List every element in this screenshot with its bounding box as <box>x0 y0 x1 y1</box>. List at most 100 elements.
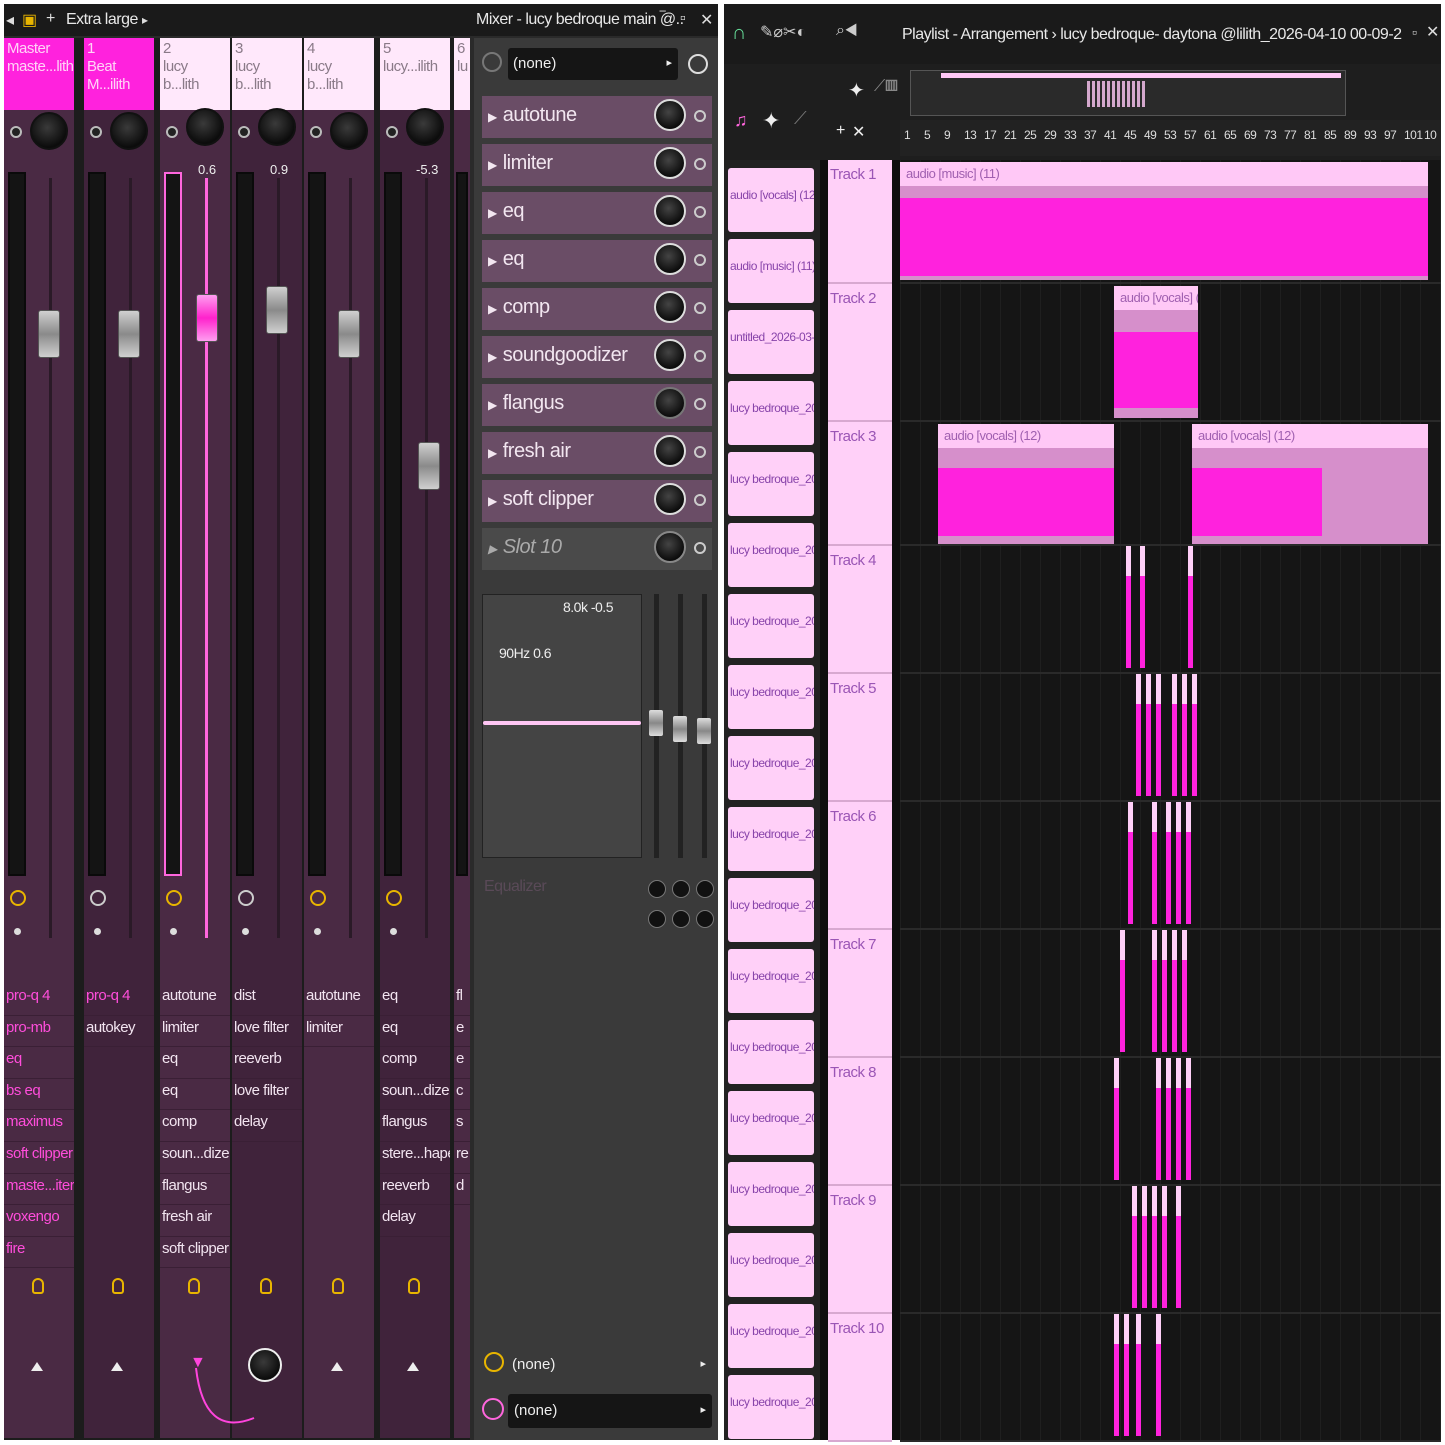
draw-tools-icon[interactable]: ✎⌀✂◐ <box>760 22 806 42</box>
track-header[interactable]: Track 8 <box>828 1058 892 1186</box>
mini-clip-header[interactable] <box>1142 1186 1147 1216</box>
mini-clip-header[interactable] <box>1126 546 1131 576</box>
bulb-icon[interactable] <box>112 1278 124 1294</box>
mini-clip-header[interactable] <box>1152 802 1157 832</box>
enable-dot[interactable] <box>694 158 706 170</box>
send-arrow-icon[interactable] <box>31 1362 43 1371</box>
channel-item[interactable]: audio [vocals] (12) <box>728 168 814 232</box>
fx-item[interactable]: fresh air <box>160 1205 230 1237</box>
track-header[interactable]: Track 2 <box>828 284 892 422</box>
enable-dot[interactable] <box>694 542 706 554</box>
channel-item[interactable]: lucy bedroque_2026-03-... <box>728 807 814 871</box>
fx-item[interactable]: soft clipper <box>160 1237 230 1269</box>
fx-item[interactable]: dist <box>232 984 302 1016</box>
fx-item[interactable]: comp <box>160 1110 230 1142</box>
fx-item[interactable]: bs eq <box>4 1079 74 1111</box>
eq-band-handle[interactable] <box>649 710 663 736</box>
pan-knob[interactable] <box>110 112 148 150</box>
mini-clip-header[interactable] <box>1192 674 1197 704</box>
track-header[interactable]: Track 7 <box>828 930 892 1058</box>
clock-icon[interactable] <box>688 54 708 74</box>
fx-item[interactable]: fl <box>454 984 470 1016</box>
channel-item[interactable]: lucy bedroque_2026-03-... <box>728 594 814 658</box>
song-overview[interactable] <box>910 70 1346 116</box>
channel-item[interactable]: lucy bedroque_2026-03-... <box>728 1233 814 1297</box>
fx-item[interactable]: comp <box>380 1047 450 1079</box>
mix-knob[interactable] <box>654 483 686 515</box>
strip-header[interactable]: 5 lucy...ilith <box>380 38 450 110</box>
fx-item[interactable]: pro-mb <box>4 1016 74 1048</box>
route-dot[interactable] <box>90 126 102 138</box>
mixer-strip-3[interactable]: 3 lucy b...lith 0.9 dist love filter reev… <box>232 38 302 1438</box>
stereo-dot[interactable] <box>390 928 397 935</box>
mix-knob[interactable] <box>654 531 686 563</box>
mini-clip-header[interactable] <box>1120 930 1125 960</box>
fx-item[interactable]: d <box>454 1174 470 1206</box>
volume-fader[interactable] <box>338 310 360 358</box>
mini-clip-header[interactable] <box>1186 802 1191 832</box>
mini-clip-header[interactable] <box>1166 1058 1171 1088</box>
channel-item[interactable]: lucy bedroque_2026-03-... <box>728 665 814 729</box>
strip-header[interactable]: 2 lucy b...lith <box>160 38 230 110</box>
mini-clip-header[interactable] <box>1162 1186 1167 1216</box>
track-header[interactable]: Track 10 <box>828 1314 892 1442</box>
channel-item[interactable]: lucy bedroque_2026-03-... <box>728 1304 814 1368</box>
eq-band-handle[interactable] <box>673 716 687 742</box>
fx-slot-7[interactable]: ▶ flangus <box>482 384 712 426</box>
channel-item[interactable]: lucy bedroque_2026-03-... <box>728 1162 814 1226</box>
eq-bw-knob[interactable] <box>672 910 690 928</box>
mini-clip-header[interactable] <box>1136 1314 1141 1344</box>
volume-fader[interactable] <box>38 310 60 358</box>
channel-item[interactable]: lucy bedroque_2026-03-... <box>728 736 814 800</box>
mix-knob[interactable] <box>654 99 686 131</box>
mixer-strip-4[interactable]: 4 lucy b...lith autotune limiter <box>304 38 374 1438</box>
stereo-dot[interactable] <box>14 928 21 935</box>
fx-item[interactable]: delay <box>380 1205 450 1237</box>
channel-item[interactable]: lucy bedroque_2026-03-... <box>728 878 814 942</box>
enable-dot[interactable] <box>694 302 706 314</box>
audio-clip-icon[interactable]: ✦ <box>848 78 865 103</box>
route-dot[interactable] <box>10 126 22 138</box>
pan-knob[interactable] <box>258 108 296 146</box>
audio-clip[interactable]: audio [vocals] (12) <box>1114 286 1198 418</box>
clock-icon[interactable] <box>310 890 326 906</box>
fx-item[interactable]: limiter <box>160 1016 230 1048</box>
mini-clip-header[interactable] <box>1156 674 1161 704</box>
mini-clip-header[interactable] <box>1114 1314 1119 1344</box>
input-select[interactable]: (none) ▸ <box>508 48 678 80</box>
mix-knob[interactable] <box>654 339 686 371</box>
fx-item[interactable]: eq <box>160 1047 230 1079</box>
strip-header[interactable]: 3 lucy b...lith <box>232 38 302 110</box>
bulb-icon[interactable] <box>408 1278 420 1294</box>
mini-clip-header[interactable] <box>1124 1314 1129 1344</box>
stereo-dot[interactable] <box>170 928 177 935</box>
close-icon[interactable]: ✕ <box>1426 22 1439 42</box>
mini-clip-header[interactable] <box>1186 1058 1191 1088</box>
pan-knob[interactable] <box>330 112 368 150</box>
eq-bw-knob[interactable] <box>648 910 666 928</box>
channel-item[interactable]: lucy bedroque_2026-03-... <box>728 381 814 445</box>
mix-knob[interactable] <box>654 387 686 419</box>
mini-clip-header[interactable] <box>1166 802 1171 832</box>
mini-clip-header[interactable] <box>1176 1186 1181 1216</box>
fx-slot-6[interactable]: ▶ soundgoodizer <box>482 336 712 378</box>
audio-clip[interactable]: audio [vocals] (12) <box>1192 424 1428 544</box>
fx-item[interactable]: s <box>454 1110 470 1142</box>
audio-clip[interactable]: audio [music] (11) <box>900 162 1428 280</box>
track-header[interactable]: Track 5 <box>828 674 892 802</box>
eq-freq-knob[interactable] <box>672 880 690 898</box>
fx-item[interactable]: fire <box>4 1237 74 1269</box>
channel-item[interactable]: lucy bedroque_2026-03-... <box>728 1375 814 1439</box>
mini-clip-header[interactable] <box>1128 802 1133 832</box>
pan-knob[interactable] <box>406 108 444 146</box>
mix-knob[interactable] <box>654 435 686 467</box>
fx-slot-9[interactable]: ▶ soft clipper <box>482 480 712 522</box>
enable-dot[interactable] <box>694 206 706 218</box>
magnet-icon[interactable]: ∩ <box>732 22 746 45</box>
fx-item[interactable]: limiter <box>304 1016 374 1048</box>
clock-icon[interactable] <box>238 890 254 906</box>
chevron-right-icon[interactable]: ▸ <box>142 13 148 27</box>
piano-icon[interactable]: ♫ <box>734 110 748 131</box>
mix-knob[interactable] <box>654 291 686 323</box>
channel-item[interactable]: lucy bedroque_2026-03-... <box>728 523 814 587</box>
